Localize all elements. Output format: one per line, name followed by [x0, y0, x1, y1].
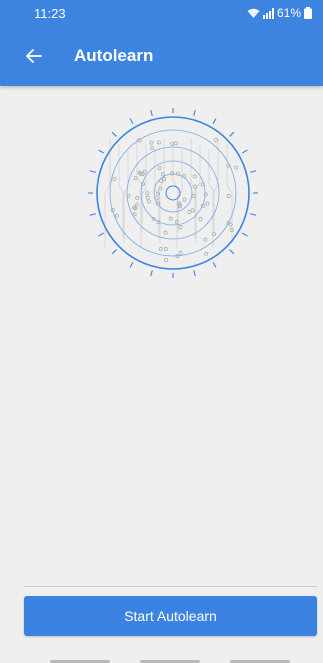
divider [24, 586, 317, 587]
system-nav-bar [0, 655, 323, 663]
battery-percent: 61% [276, 6, 301, 20]
fingerprint-target-graphic [87, 107, 259, 279]
start-autolearn-button[interactable]: Start Autolearn [24, 596, 317, 636]
battery-icon [304, 7, 312, 19]
status-icons: 61% [247, 6, 312, 20]
app-bar: Autolearn [0, 26, 323, 86]
status-time: 11:23 [34, 5, 66, 21]
back-button[interactable] [0, 26, 44, 86]
signal-icon [262, 7, 274, 19]
page-title: Autolearn [74, 46, 154, 65]
arrow-left-icon [26, 49, 42, 63]
autolearn-dial [87, 107, 259, 279]
status-bar: 11:23 61% [0, 0, 323, 26]
wifi-icon [247, 8, 260, 18]
